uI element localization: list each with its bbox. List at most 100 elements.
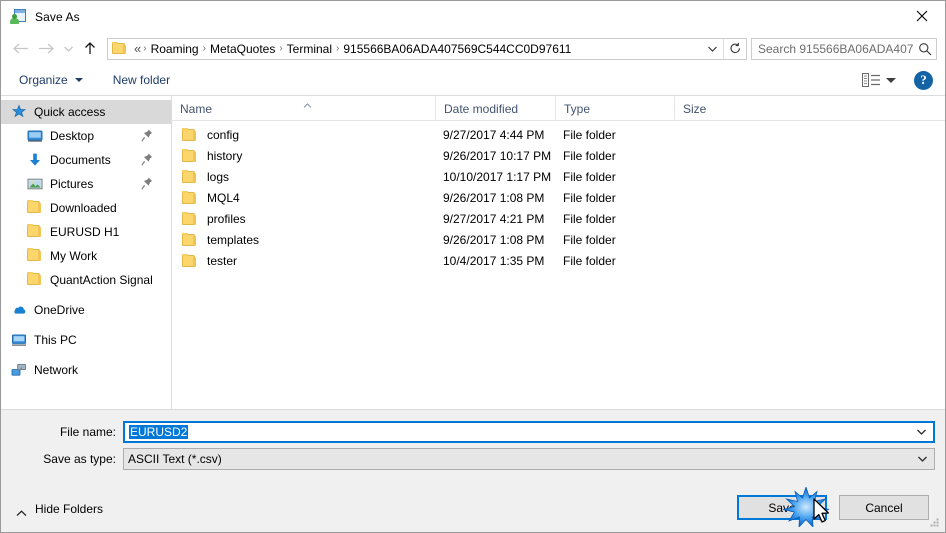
sidebar-item-this-pc[interactable]: This PC	[1, 328, 171, 352]
table-row[interactable]: tester 10/4/2017 1:35 PM File folder	[172, 250, 945, 271]
breadcrumb-overflow[interactable]: «	[131, 40, 142, 57]
table-row[interactable]: config 9/27/2017 4:44 PM File folder	[172, 124, 945, 145]
table-row[interactable]: templates 9/26/2017 1:08 PM File folder	[172, 229, 945, 250]
sidebar-item-label: Network	[34, 363, 79, 377]
file-rows: config 9/27/2017 4:44 PM File folder his…	[172, 121, 945, 409]
sidebar-item-label: QuantAction Signal	[50, 273, 153, 287]
sidebar-item-label: Quick access	[34, 105, 106, 119]
close-icon	[916, 10, 928, 22]
sidebar-item-pictures[interactable]: Pictures	[1, 172, 171, 196]
new-folder-button[interactable]: New folder	[109, 70, 174, 90]
search-input[interactable]: Search 915566BA06ADA40756...	[752, 42, 914, 56]
window-title: Save As	[35, 9, 80, 24]
command-toolbar: Organize New folder ?	[1, 65, 945, 95]
folder-icon	[182, 232, 198, 247]
toolbar-right-group: ?	[860, 65, 933, 95]
organize-label: Organize	[19, 73, 68, 87]
desktop-icon	[27, 128, 43, 144]
cancel-button[interactable]: Cancel	[839, 495, 929, 520]
pin-icon[interactable]	[141, 129, 153, 142]
back-button[interactable]	[7, 36, 33, 62]
file-name-label: File name:	[59, 424, 116, 439]
dialog-body: Quick access Desktop Documents Pictures …	[1, 95, 945, 409]
file-date-cell: 9/26/2017 10:17 PM	[443, 148, 552, 163]
breadcrumb-item-terminal[interactable]: Terminal	[284, 41, 335, 57]
table-row[interactable]: logs 10/10/2017 1:17 PM File folder	[172, 166, 945, 187]
file-name-dropdown-button[interactable]	[909, 428, 933, 436]
up-button[interactable]	[77, 36, 103, 62]
sidebar-item-label: Pictures	[50, 177, 94, 191]
breadcrumb-item-roaming[interactable]: Roaming	[148, 41, 202, 57]
folder-icon	[27, 248, 43, 264]
folder-icon	[182, 127, 198, 142]
navigation-pane: Quick access Desktop Documents Pictures …	[1, 96, 172, 409]
pin-icon[interactable]	[141, 177, 153, 190]
sidebar-item-onedrive[interactable]: OneDrive	[1, 298, 171, 322]
folder-icon	[182, 169, 198, 184]
sidebar-item-my-work[interactable]: My Work	[1, 244, 171, 268]
pictures-icon	[27, 176, 43, 192]
chevron-down-icon	[74, 78, 83, 82]
forward-button[interactable]	[33, 36, 59, 62]
table-row[interactable]: history 9/26/2017 10:17 PM File folder	[172, 145, 945, 166]
hide-folders-button[interactable]: Hide Folders	[13, 502, 103, 516]
file-type-cell: File folder	[563, 190, 616, 205]
help-button[interactable]: ?	[914, 70, 933, 90]
sidebar-item-network[interactable]: Network	[1, 358, 171, 382]
column-header-label: Type	[564, 102, 591, 116]
view-layout-button[interactable]	[860, 71, 882, 89]
file-name-cell: logs	[172, 169, 435, 184]
close-button[interactable]	[899, 1, 945, 31]
address-bar[interactable]: « › Roaming › MetaQuotes › Terminal › 91…	[107, 37, 747, 60]
onedrive-cloud-icon	[11, 302, 27, 318]
chevron-down-icon	[917, 456, 927, 462]
sidebar-item-documents[interactable]: Documents	[1, 148, 171, 172]
resize-grip[interactable]	[928, 516, 941, 529]
network-icon	[11, 362, 27, 378]
recent-locations-button[interactable]	[59, 36, 77, 62]
sidebar-item-desktop[interactable]: Desktop	[1, 124, 171, 148]
save-as-type-select[interactable]: ASCII Text (*.csv)	[123, 447, 935, 470]
sidebar-item-quantaction-signal[interactable]: QuantAction Signal	[1, 268, 171, 292]
file-name-row: File name: EURUSD2	[1, 420, 945, 443]
chevron-up-icon	[16, 506, 27, 516]
file-name-text: EURUSD2	[129, 424, 189, 439]
column-header-name[interactable]: Name	[172, 96, 435, 120]
refresh-button[interactable]	[723, 38, 746, 59]
view-dropdown-button[interactable]	[886, 77, 896, 83]
save-button[interactable]: Save	[737, 495, 827, 520]
folder-icon	[27, 200, 43, 216]
file-date-cell: 10/4/2017 1:35 PM	[443, 253, 545, 268]
chevron-down-icon	[63, 46, 73, 52]
sidebar-item-eurusd-h1[interactable]: EURUSD H1	[1, 220, 171, 244]
view-layout-icon	[861, 72, 880, 87]
save-as-type-dropdown-button[interactable]	[910, 455, 934, 463]
organize-button[interactable]: Organize	[15, 70, 87, 90]
breadcrumb-item-metaquotes[interactable]: MetaQuotes	[207, 41, 278, 57]
file-name: templates	[207, 232, 260, 247]
search-box[interactable]: Search 915566BA06ADA40756...	[751, 37, 937, 60]
file-name-value[interactable]: EURUSD2	[125, 424, 909, 439]
breadcrumb-item-terminal-id[interactable]: 915566BA06ADA407569C544CC0D97611	[340, 41, 574, 57]
file-date-cell: 9/26/2017 1:08 PM	[443, 232, 545, 247]
file-name-cell: tester	[172, 253, 435, 268]
folder-icon	[182, 253, 198, 268]
this-pc-icon	[11, 332, 27, 348]
file-list-pane: Name Date modified Type Size config 9/27…	[172, 96, 945, 409]
pin-icon[interactable]	[141, 153, 153, 166]
column-header-date-modified[interactable]: Date modified	[435, 96, 555, 120]
table-row[interactable]: MQL4 9/26/2017 1:08 PM File folder	[172, 187, 945, 208]
sidebar-item-downloaded[interactable]: Downloaded	[1, 196, 171, 220]
column-header-size[interactable]: Size	[674, 96, 754, 120]
sidebar-item-quick-access[interactable]: Quick access	[1, 100, 171, 124]
file-name-input[interactable]: EURUSD2	[123, 420, 935, 443]
dialog-footer: Hide Folders Save Cancel	[1, 486, 945, 532]
save-as-type-row: Save as type: ASCII Text (*.csv)	[1, 447, 945, 470]
address-dropdown-button[interactable]	[701, 39, 723, 59]
address-folder-icon	[112, 42, 127, 55]
column-header-type[interactable]: Type	[555, 96, 674, 120]
table-row[interactable]: profiles 9/27/2017 4:21 PM File folder	[172, 208, 945, 229]
search-icon	[914, 42, 936, 56]
quick-access-star-icon	[11, 104, 27, 120]
folder-icon	[182, 190, 198, 205]
